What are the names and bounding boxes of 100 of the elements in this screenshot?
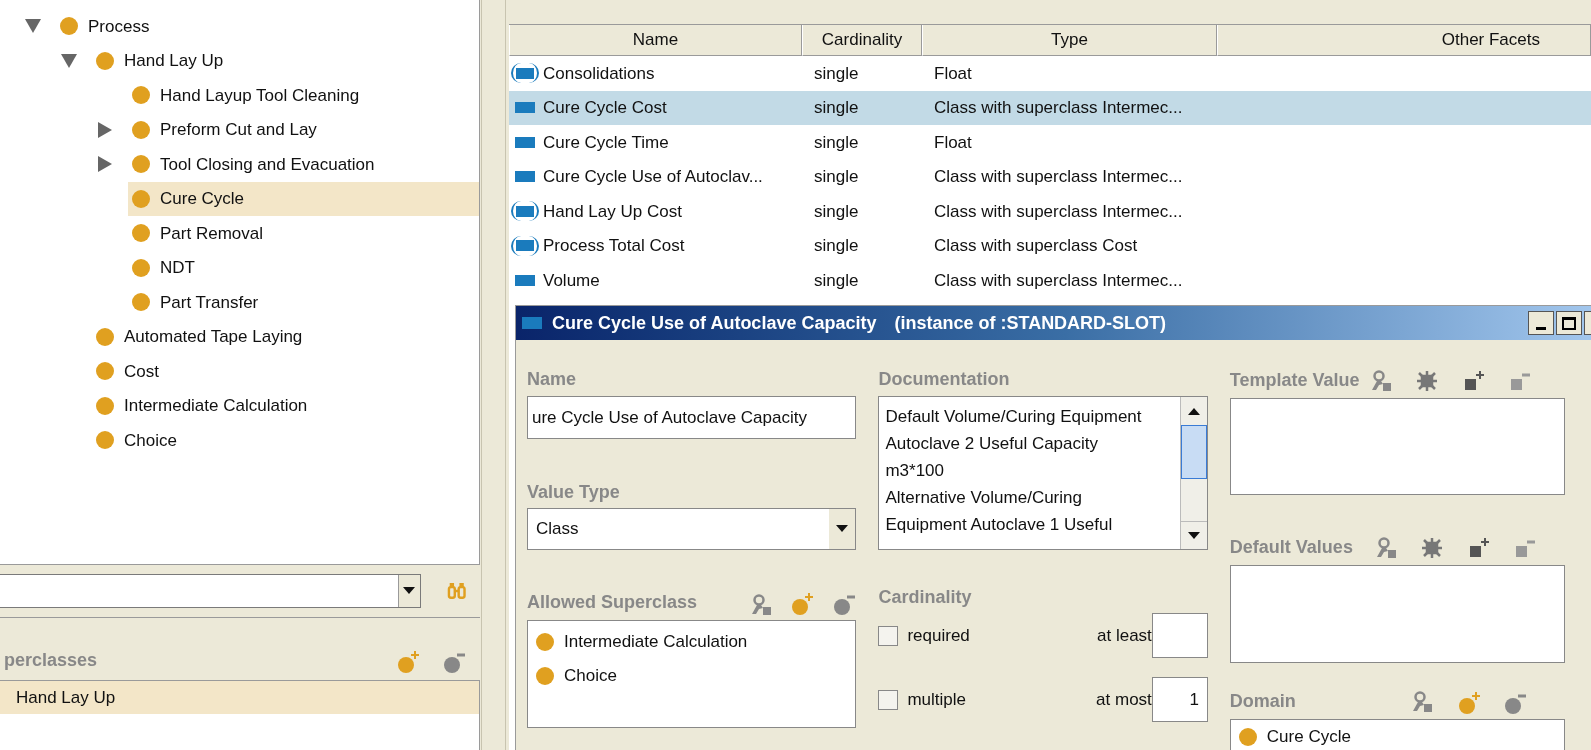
- search-combo-field[interactable]: [0, 574, 421, 608]
- table-row[interactable]: Consolidations single Float: [509, 56, 1591, 91]
- expand-icon[interactable]: [98, 121, 112, 138]
- table-cell-text: Volume: [543, 269, 600, 292]
- class-icon: [132, 86, 150, 105]
- burst-icon[interactable]: [1415, 370, 1440, 394]
- scroll-thumb[interactable]: [1180, 425, 1207, 479]
- window-title: Cure Cycle Use of Autoclave Capacity: [552, 311, 877, 335]
- table-cell-text: single: [814, 131, 859, 154]
- table-cell-text: Class with superclass Cost: [934, 235, 1138, 257]
- list-item[interactable]: Choice: [564, 663, 617, 689]
- table-cell-text: Process Total Cost: [543, 235, 685, 257]
- class-icon: [132, 293, 150, 312]
- table-row[interactable]: Cure Cycle Cost single Class with superclass Intermec...: [509, 90, 1591, 125]
- field-label: Documentation: [878, 368, 1011, 390]
- tree-item[interactable]: Intermediate Calculation: [92, 388, 479, 423]
- list-item[interactable]: Cure Cycle: [1266, 724, 1351, 750]
- table-row[interactable]: Cure Cycle Time single Float: [509, 125, 1591, 160]
- table-row[interactable]: Process Total Cost single Class with superclass Cost: [509, 228, 1591, 263]
- slot-icon: [515, 171, 535, 183]
- class-icon: [132, 258, 150, 277]
- tree-item[interactable]: Process: [56, 9, 479, 44]
- tree-item[interactable]: Cost: [92, 354, 479, 389]
- tree-item[interactable]: Part Removal: [128, 216, 479, 251]
- field-label: Value Type: [527, 481, 621, 503]
- class-icon: [96, 396, 114, 415]
- tree-item[interactable]: Hand Layup Tool Cleaning: [128, 78, 479, 113]
- add-class-icon[interactable]: [396, 650, 420, 674]
- documentation-text-area[interactable]: Default Volume/Curing Equipment Autoclave 2 Useful Capacity m3*100 Alternative Volume/Curing Equipment Autoclave 1 Useful: [878, 396, 1208, 550]
- field-label: at most: [1096, 688, 1152, 711]
- class-icon: [96, 327, 114, 346]
- table-cell-text: Class with superclass Intermec...: [934, 166, 1183, 188]
- tree-item[interactable]: Hand Lay Up: [92, 43, 479, 78]
- at-least-field[interactable]: [1151, 613, 1208, 658]
- add-class-icon[interactable]: [1456, 691, 1481, 715]
- class-icon: [96, 431, 114, 450]
- collapse-icon[interactable]: [25, 19, 41, 34]
- table-cell-text: Float: [934, 131, 972, 154]
- class-icon: [536, 667, 554, 685]
- at-most-field[interactable]: 1: [1151, 677, 1208, 722]
- slot-icon: [522, 317, 542, 329]
- person-icon[interactable]: [1410, 691, 1435, 715]
- expand-icon[interactable]: [98, 156, 112, 173]
- window-subtitle: (instance of :STANDARD-SLOT): [894, 311, 1167, 335]
- tree-item[interactable]: Cure Cycle: [128, 181, 479, 216]
- slot-icon: [515, 274, 535, 286]
- value-type-dropdown[interactable]: Class: [527, 508, 857, 550]
- table-cell-text: single: [814, 269, 859, 292]
- field-label: Cardinality: [878, 586, 973, 608]
- table-cell-text: Consolidations: [543, 62, 655, 85]
- list-item[interactable]: Intermediate Calculation: [564, 629, 748, 655]
- table-cell-text: Float: [934, 62, 972, 85]
- checkbox[interactable]: [878, 625, 899, 646]
- class-icon: [60, 17, 78, 36]
- slot-icon: [515, 136, 535, 148]
- person-icon[interactable]: [1374, 537, 1399, 561]
- tree-item[interactable]: Part Transfer: [128, 285, 479, 320]
- person-icon[interactable]: [750, 594, 773, 616]
- checkbox-label: multiple: [907, 688, 966, 711]
- tree-item[interactable]: Preform Cut and Lay: [128, 112, 479, 147]
- table-cell-text: Hand Lay Up Cost: [543, 200, 682, 223]
- field-label: Name: [527, 368, 578, 390]
- scrollbar[interactable]: [1179, 397, 1207, 549]
- table-cell-text: single: [814, 97, 859, 119]
- person-icon[interactable]: [1369, 370, 1394, 394]
- add-class-icon[interactable]: [790, 592, 815, 616]
- class-icon: [132, 189, 150, 208]
- class-icon: [536, 633, 554, 651]
- checkbox[interactable]: [878, 689, 899, 710]
- table-row[interactable]: Volume single Class with superclass Intermec...: [509, 263, 1591, 298]
- checkbox-label: required: [907, 624, 970, 647]
- table-cell-text: Class with superclass Intermec...: [934, 200, 1183, 223]
- burst-icon[interactable]: [1420, 537, 1445, 561]
- table-row[interactable]: Cure Cycle Use of Autoclav... single Class with superclass Intermec...: [509, 159, 1591, 194]
- tree-item[interactable]: NDT: [128, 250, 479, 285]
- name-field[interactable]: ure Cycle Use of Autoclave Capacity: [527, 396, 857, 439]
- list-item[interactable]: Hand Lay Up: [0, 681, 479, 714]
- table-cell-text: single: [814, 166, 859, 188]
- field-label: Default Values: [1229, 536, 1353, 559]
- table-cell-text: Class with superclass Intermec...: [934, 97, 1183, 119]
- table-cell-text: single: [814, 235, 859, 257]
- class-icon: [132, 120, 150, 139]
- table-cell-text: Class with superclass Intermec...: [934, 269, 1183, 292]
- table-cell-text: single: [814, 200, 859, 223]
- field-label: Domain: [1229, 690, 1296, 713]
- tree-item[interactable]: Choice: [92, 423, 479, 458]
- tree-item[interactable]: Automated Tape Laying: [92, 319, 479, 354]
- collapse-icon[interactable]: [61, 53, 77, 68]
- tree-item[interactable]: Tool Closing and Evacuation: [128, 147, 479, 182]
- binoculars-icon[interactable]: [446, 582, 466, 600]
- table-cell-text: Cure Cycle Cost: [543, 97, 667, 119]
- panel-title: perclasses: [3, 649, 98, 672]
- minimize-button[interactable]: [1528, 311, 1554, 335]
- table-row[interactable]: Hand Lay Up Cost single Class with superclass Intermec...: [509, 194, 1591, 229]
- documentation-text: Default Volume/Curing Equipment Autoclave 2 Useful Capacity m3*100 Alternative Volume/Curing Equipment Autoclave 1 Useful: [885, 406, 1143, 536]
- field-label: Allowed Superclass: [527, 591, 698, 614]
- field-label: Template Value: [1229, 369, 1360, 392]
- maximize-button[interactable]: [1556, 311, 1582, 335]
- class-icon: [96, 51, 114, 70]
- field-label: at least: [1097, 624, 1152, 647]
